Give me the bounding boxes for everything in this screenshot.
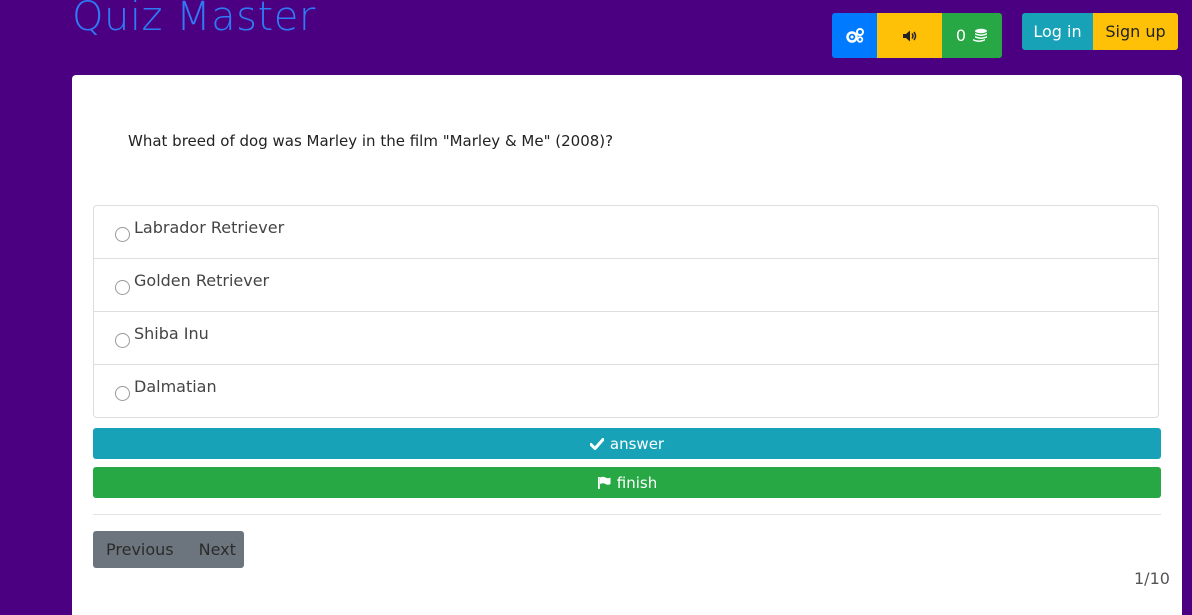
option-item[interactable]: Labrador Retriever [94, 206, 1158, 259]
option-label[interactable]: Labrador Retriever [134, 218, 284, 237]
question-text: What breed of dog was Marley in the film… [128, 132, 614, 150]
option-label[interactable]: Dalmatian [134, 377, 217, 396]
radio-button[interactable] [115, 333, 130, 348]
progress-indicator: 1/10 [1134, 569, 1170, 588]
answer-button[interactable]: answer [93, 428, 1161, 459]
option-label[interactable]: Shiba Inu [134, 324, 209, 343]
settings-button[interactable] [832, 13, 877, 58]
option-label[interactable]: Golden Retriever [134, 271, 269, 290]
coins-button[interactable]: 0 [942, 13, 1002, 58]
divider [93, 514, 1161, 515]
flag-icon [597, 476, 611, 490]
auth-group: Log in Sign up [1022, 13, 1178, 50]
radio-button[interactable] [115, 227, 130, 242]
radio-button[interactable] [115, 386, 130, 401]
check-icon [589, 437, 604, 450]
radio-button[interactable] [115, 280, 130, 295]
option-item[interactable]: Golden Retriever [94, 259, 1158, 312]
gears-icon [845, 27, 865, 44]
answer-label: answer [609, 434, 665, 453]
finish-button[interactable]: finish [93, 467, 1161, 498]
coins-icon [972, 28, 988, 44]
volume-icon [902, 29, 918, 43]
signup-button[interactable]: Sign up [1093, 13, 1178, 50]
sound-button[interactable] [877, 13, 942, 58]
quiz-card: What breed of dog was Marley in the film… [72, 75, 1182, 615]
app-title[interactable]: Quiz Master [72, 0, 316, 40]
top-navbar: Quiz Master 0 Log in Sign up [0, 0, 1192, 75]
option-item[interactable]: Shiba Inu [94, 312, 1158, 365]
finish-label: finish [616, 473, 658, 492]
pagination: Previous Next [93, 531, 244, 568]
previous-button[interactable]: Previous [106, 540, 174, 559]
next-button[interactable]: Next [199, 540, 236, 559]
option-item[interactable]: Dalmatian [94, 365, 1158, 417]
coins-count: 0 [955, 26, 967, 45]
answer-options-list: Labrador Retriever Golden Retriever Shib… [93, 205, 1159, 418]
login-button[interactable]: Log in [1022, 13, 1093, 50]
toolbar-group: 0 [832, 13, 1002, 58]
